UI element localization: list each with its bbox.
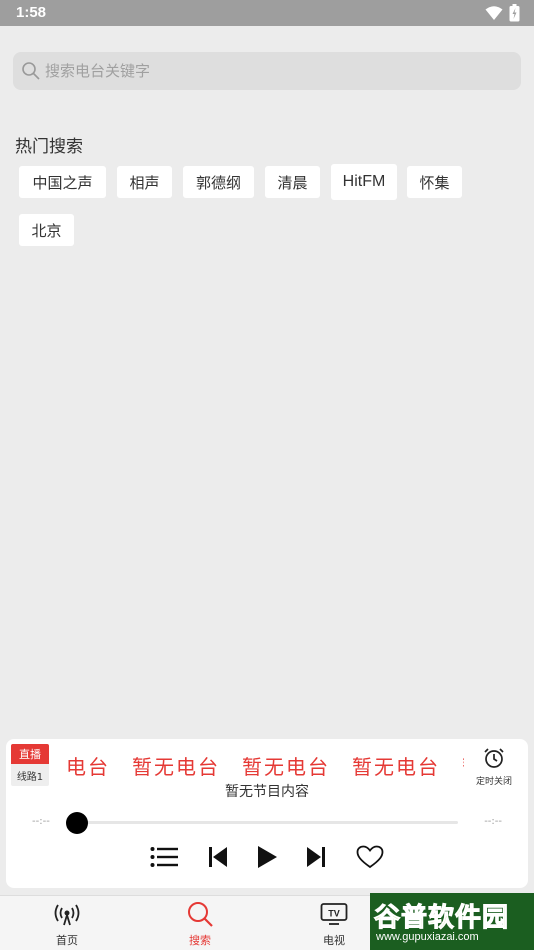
playlist-icon bbox=[150, 846, 178, 872]
play-icon bbox=[256, 845, 278, 873]
hot-search-tag[interactable]: 相声 bbox=[117, 166, 172, 198]
status-icons bbox=[485, 4, 520, 26]
playlist-button[interactable] bbox=[149, 845, 179, 873]
hot-search-tag[interactable]: 怀集 bbox=[407, 166, 462, 198]
nav-tv[interactable]: TV 电视 bbox=[289, 900, 379, 948]
search-bar[interactable] bbox=[13, 52, 521, 90]
previous-icon bbox=[208, 846, 228, 872]
hot-search-tag[interactable]: 中国之声 bbox=[19, 166, 106, 198]
favorite-icon bbox=[356, 845, 384, 873]
live-label: 直播 bbox=[11, 744, 49, 764]
next-icon bbox=[306, 846, 326, 872]
alarm-clock-icon bbox=[483, 748, 505, 773]
favorite-button[interactable] bbox=[355, 845, 385, 873]
search-input[interactable] bbox=[45, 62, 505, 80]
battery-icon bbox=[509, 4, 520, 26]
live-line-badge[interactable]: 直播 线路1 bbox=[11, 744, 49, 786]
search-icon bbox=[21, 61, 41, 81]
hot-search-tag[interactable]: 郭德纲 bbox=[183, 166, 254, 198]
nav-tv-label: 电视 bbox=[323, 934, 345, 947]
progress-bar[interactable] bbox=[68, 821, 458, 824]
player-panel: 直播 线路1 电台 暂无电台 暂无电台 暂无电台 暂无电台 定时关闭 暂无节目内… bbox=[6, 739, 528, 888]
watermark-url: www.gupuxiazai.com bbox=[376, 931, 479, 943]
total-time: --:-- bbox=[484, 816, 502, 827]
hot-search-tag[interactable]: HitFM bbox=[331, 164, 397, 200]
svg-text:TV: TV bbox=[328, 909, 340, 919]
nav-search[interactable]: 搜索 bbox=[155, 900, 245, 948]
station-marquee: 电台 暂无电台 暂无电台 暂无电台 暂无电台 bbox=[66, 755, 464, 779]
nav-home[interactable]: 首页 bbox=[22, 900, 112, 948]
nav-search-label: 搜索 bbox=[189, 934, 211, 947]
status-time: 1:58 bbox=[16, 4, 47, 21]
wifi-icon bbox=[485, 5, 503, 25]
progress-knob[interactable] bbox=[66, 812, 88, 834]
status-bar: 1:58 bbox=[0, 0, 534, 26]
current-time: --:-- bbox=[32, 816, 50, 827]
hot-search-tag[interactable]: 清晨 bbox=[265, 166, 320, 198]
program-info: 暂无节目内容 bbox=[225, 784, 309, 800]
previous-button[interactable] bbox=[203, 845, 233, 873]
search-icon bbox=[155, 900, 245, 928]
nav-home-label: 首页 bbox=[56, 934, 78, 947]
hot-search-title: 热门搜索 bbox=[15, 137, 83, 157]
watermark-brand: 谷普软件园 bbox=[373, 903, 510, 934]
watermark-logo: 谷普软件园 www.gupuxiazai.com bbox=[370, 893, 534, 950]
play-button[interactable] bbox=[252, 845, 282, 873]
next-button[interactable] bbox=[301, 845, 331, 873]
radio-icon bbox=[22, 900, 112, 928]
hot-search-tag[interactable]: 北京 bbox=[19, 214, 74, 246]
tv-icon: TV bbox=[289, 900, 379, 928]
